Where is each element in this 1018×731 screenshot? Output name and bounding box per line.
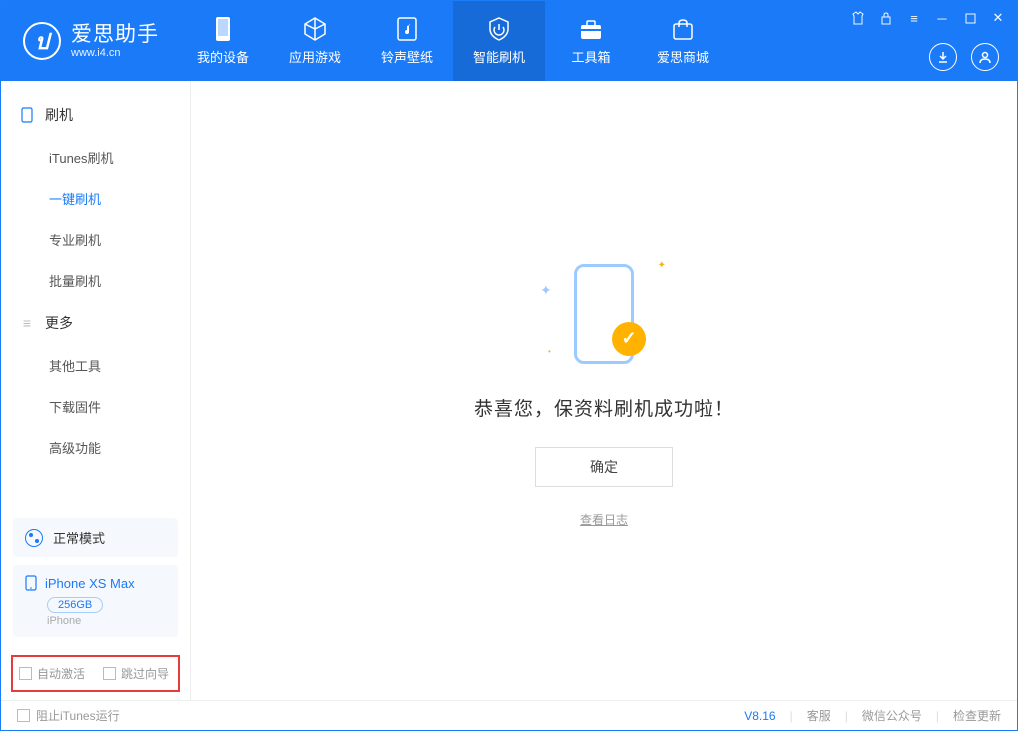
shield-icon (486, 16, 512, 42)
maximize-button[interactable] (961, 9, 979, 27)
logo: ป 爱思助手 www.i4.cn (1, 1, 177, 81)
sparkle-icon: • (548, 347, 551, 356)
phone-outline-icon (19, 107, 35, 123)
ok-button[interactable]: 确定 (535, 447, 673, 487)
version-label: V8.16 (744, 709, 775, 723)
nav-ringtones[interactable]: 铃声壁纸 (361, 1, 453, 81)
phone-icon (210, 16, 236, 42)
view-log-link[interactable]: 查看日志 (580, 511, 628, 528)
mode-status[interactable]: 正常模式 (13, 518, 178, 557)
nav-my-device[interactable]: 我的设备 (177, 1, 269, 81)
cube-icon (302, 16, 328, 42)
checkbox-icon (17, 709, 30, 722)
minimize-button[interactable]: ─ (933, 9, 951, 27)
sidebar-item-advanced[interactable]: 高级功能 (1, 427, 190, 468)
sidebar-item-itunes-flash[interactable]: iTunes刷机 (1, 137, 190, 178)
main-content: ✦ ✦ • ✓ 恭喜您，保资料刷机成功啦！ 确定 查看日志 (191, 81, 1017, 700)
nav-flash[interactable]: 智能刷机 (453, 1, 545, 81)
success-message: 恭喜您，保资料刷机成功啦！ (474, 394, 734, 421)
device-name: iPhone XS Max (45, 576, 135, 591)
success-illustration: ✦ ✦ • ✓ (534, 254, 674, 374)
shirt-icon[interactable] (849, 9, 867, 27)
window-controls: ≡ ─ ✕ (849, 9, 1007, 27)
customer-service-link[interactable]: 客服 (807, 707, 831, 724)
device-type: iPhone (47, 615, 166, 627)
main-nav: 我的设备 应用游戏 铃声壁纸 智能刷机 工具箱 爱思商城 (177, 1, 729, 81)
auto-activate-checkbox[interactable]: 自动激活 (19, 665, 85, 682)
list-icon: ≡ (19, 315, 35, 331)
app-name: 爱思助手 (71, 23, 159, 46)
app-url: www.i4.cn (71, 47, 159, 59)
sidebar-item-batch-flash[interactable]: 批量刷机 (1, 260, 190, 301)
device-icon (25, 575, 37, 591)
sidebar-item-pro-flash[interactable]: 专业刷机 (1, 219, 190, 260)
music-icon (394, 16, 420, 42)
app-header: ป 爱思助手 www.i4.cn 我的设备 应用游戏 铃声壁纸 智能刷机 工具箱 (1, 1, 1017, 81)
checkbox-icon (19, 667, 32, 680)
check-update-link[interactable]: 检查更新 (953, 707, 1001, 724)
close-button[interactable]: ✕ (989, 9, 1007, 27)
toolbox-icon (578, 16, 604, 42)
download-button[interactable] (929, 43, 957, 71)
sidebar: 刷机 iTunes刷机 一键刷机 专业刷机 批量刷机 ≡ 更多 其他工具 下载固… (1, 81, 191, 700)
wechat-link[interactable]: 微信公众号 (862, 707, 922, 724)
sparkle-icon: ✦ (540, 282, 552, 299)
check-badge-icon: ✓ (612, 322, 646, 356)
device-storage: 256GB (47, 597, 103, 613)
sidebar-section-more: ≡ 更多 (1, 301, 190, 345)
sidebar-section-flash: 刷机 (1, 93, 190, 137)
sparkle-icon: ✦ (658, 260, 666, 271)
skip-guide-checkbox[interactable]: 跳过向导 (103, 665, 169, 682)
sidebar-item-download-firmware[interactable]: 下载固件 (1, 386, 190, 427)
nav-apps[interactable]: 应用游戏 (269, 1, 361, 81)
lock-icon[interactable] (877, 9, 895, 27)
logo-icon: ป (23, 22, 61, 60)
checkbox-icon (103, 667, 116, 680)
block-itunes-checkbox[interactable]: 阻止iTunes运行 (17, 707, 120, 724)
sidebar-item-other-tools[interactable]: 其他工具 (1, 345, 190, 386)
user-button[interactable] (971, 43, 999, 71)
footer: 阻止iTunes运行 V8.16 | 客服 | 微信公众号 | 检查更新 (1, 700, 1017, 730)
nav-store[interactable]: 爱思商城 (637, 1, 729, 81)
flash-options-highlighted: 自动激活 跳过向导 (11, 655, 180, 692)
mode-icon (25, 529, 43, 547)
store-icon (670, 16, 696, 42)
sidebar-item-oneclick-flash[interactable]: 一键刷机 (1, 178, 190, 219)
menu-icon[interactable]: ≡ (905, 9, 923, 27)
device-info[interactable]: iPhone XS Max 256GB iPhone (13, 565, 178, 637)
nav-toolbox[interactable]: 工具箱 (545, 1, 637, 81)
